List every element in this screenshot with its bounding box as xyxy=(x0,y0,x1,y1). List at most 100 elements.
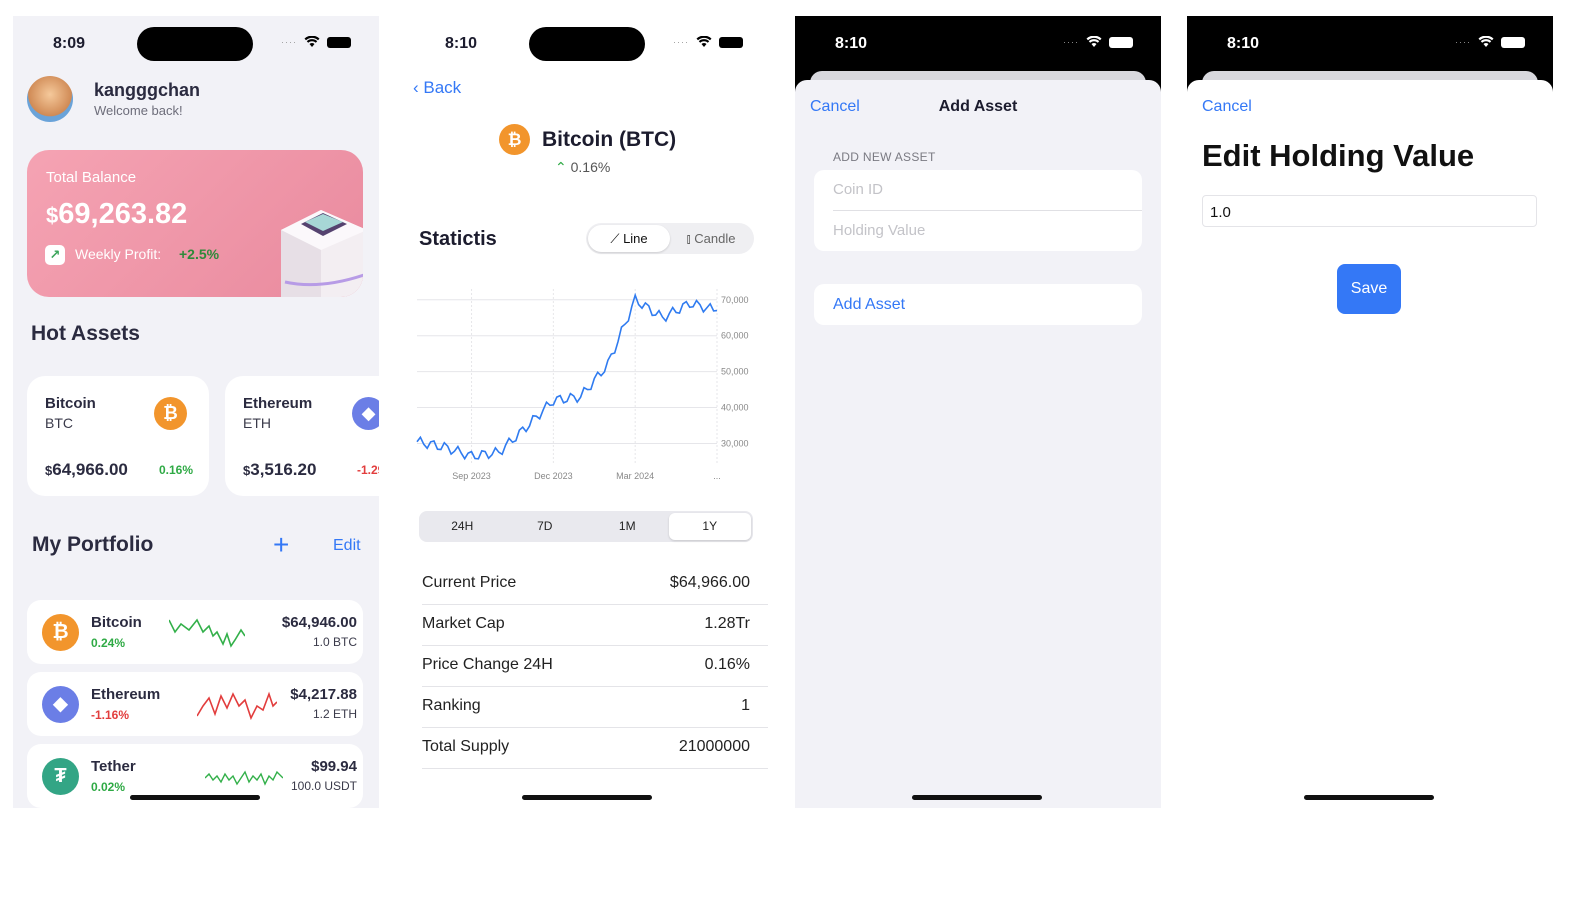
avatar[interactable] xyxy=(27,76,73,122)
hot-asset-card[interactable]: Bitcoin BTC ₿ $64,966.00 0.16% xyxy=(27,376,209,496)
battery-icon xyxy=(719,36,743,48)
cube-illustration xyxy=(281,210,363,297)
asset-name: Tether xyxy=(91,758,136,775)
balance-amount: $69,263.82 xyxy=(46,198,187,231)
status-bar: 8:10 ···· xyxy=(795,16,1161,72)
y-tick-label: 30,000 xyxy=(721,438,749,448)
status-icons: ···· xyxy=(673,36,743,48)
status-bar: 8:10 ···· xyxy=(1187,16,1553,72)
asset-name: Bitcoin xyxy=(91,614,142,631)
asset-change: 0.16% xyxy=(159,463,194,477)
balance-card[interactable]: Total Balance $69,263.82 ↗ Weekly Profit… xyxy=(27,150,363,297)
y-tick-label: 60,000 xyxy=(721,331,749,341)
home-indicator xyxy=(522,795,652,800)
sparkline xyxy=(169,618,245,648)
holding-amount: 1.2 ETH xyxy=(312,707,357,721)
home-indicator xyxy=(912,795,1042,800)
cancel-button[interactable]: Cancel xyxy=(810,98,860,116)
asset-price-value: 64,966.00 xyxy=(52,460,128,479)
battery-icon xyxy=(327,36,351,48)
stat-key: Price Change 24H xyxy=(422,656,553,673)
edit-holding-screen: 8:10 ···· Cancel Edit Holding Value 1.0 … xyxy=(1187,16,1553,808)
y-tick-label: 50,000 xyxy=(721,367,749,377)
price-line xyxy=(416,292,718,461)
holding-value-field[interactable]: Holding Value xyxy=(833,222,925,239)
range-1y[interactable]: 1Y xyxy=(668,513,751,540)
asset-name: Bitcoin xyxy=(45,395,96,412)
coin-change-value: 0.16% xyxy=(570,159,611,175)
stat-value: $64,966.00 xyxy=(669,574,750,591)
asset-name: Ethereum xyxy=(91,686,161,703)
coin-change: ⌃ 0.16% xyxy=(555,159,610,176)
range-24h[interactable]: 24H xyxy=(421,513,504,540)
stat-row: Ranking 1 xyxy=(422,687,768,728)
candle-tab-label: Candle xyxy=(694,231,736,246)
home-indicator xyxy=(130,795,260,800)
tether-icon: ₮ xyxy=(42,758,79,795)
edit-portfolio-button[interactable]: Edit xyxy=(333,537,361,555)
asset-price: $64,966.00 xyxy=(45,460,128,480)
cancel-button[interactable]: Cancel xyxy=(1202,98,1252,116)
home-screen: 8:09 ···· kangggchan Welcome back! Total… xyxy=(13,16,379,808)
dynamic-island xyxy=(137,27,253,61)
asset-price-value: 3,516.20 xyxy=(250,460,317,479)
add-asset-button[interactable]: + xyxy=(273,529,289,561)
y-tick-label: 70,000 xyxy=(721,295,749,305)
bitcoin-icon: ₿ xyxy=(42,614,79,651)
wifi-icon xyxy=(696,36,712,48)
holding-value-input[interactable]: 1.0 xyxy=(1202,195,1537,227)
add-asset-sheet: Add Asset Cancel ADD NEW ASSET Coin ID H… xyxy=(795,80,1161,808)
stat-value: 21000000 xyxy=(678,738,750,755)
price-chart[interactable]: 70,000 60,000 50,000 40,000 30,000 Sep 2023 De… xyxy=(413,281,769,481)
asset-change: -1.29 xyxy=(357,463,379,477)
weekly-profit-label: Weekly Profit: xyxy=(75,246,162,262)
coin-id-field[interactable]: Coin ID xyxy=(833,181,883,198)
clock: 8:09 xyxy=(53,35,86,52)
wifi-icon xyxy=(1478,36,1494,48)
asset-symbol: ETH xyxy=(243,415,271,431)
stat-value: 1 xyxy=(741,697,750,714)
stat-key: Market Cap xyxy=(422,615,505,632)
chevron-left-icon: ‹ xyxy=(413,78,424,97)
status-bar: 8:10 ···· xyxy=(405,16,771,72)
stat-key: Current Price xyxy=(422,574,517,591)
clock: 8:10 xyxy=(835,35,868,52)
line-chart-icon: ⟋ xyxy=(610,231,624,246)
balance-value: 69,263.82 xyxy=(58,198,188,230)
range-1m[interactable]: 1M xyxy=(586,513,669,540)
add-asset-submit-button[interactable]: Add Asset xyxy=(814,284,1142,325)
home-indicator xyxy=(1304,795,1434,800)
holding-amount: 1.0 BTC xyxy=(312,635,357,649)
battery-icon xyxy=(1109,36,1133,48)
portfolio-row[interactable]: ◆ Ethereum -1.16% $4,217.88 1.2 ETH xyxy=(27,672,363,736)
portfolio-row[interactable]: ₿ Bitcoin 0.24% $64,946.00 1.0 BTC xyxy=(27,600,363,664)
range-7d[interactable]: 7D xyxy=(504,513,587,540)
edit-holding-sheet: Cancel Edit Holding Value 1.0 Save xyxy=(1187,80,1553,808)
stat-key: Total Supply xyxy=(422,738,510,755)
trend-up-icon: ↗ xyxy=(45,245,65,265)
line-chart-tab[interactable]: ⟋ Line xyxy=(588,225,670,252)
sheet-title: Edit Holding Value xyxy=(1202,138,1475,173)
back-button[interactable]: ‹ Back xyxy=(413,78,461,98)
wifi-icon xyxy=(1086,36,1102,48)
range-selector: 24H 7D 1M 1Y xyxy=(419,511,753,542)
candle-chart-tab[interactable]: ⫾ Candle xyxy=(670,225,752,252)
hot-asset-card[interactable]: Ethereum ETH ◆ $3,516.20 -1.29 xyxy=(225,376,379,496)
holding-value: $64,946.00 xyxy=(281,614,357,631)
status-icons: ···· xyxy=(1063,36,1133,48)
clock: 8:10 xyxy=(1227,35,1260,52)
stat-value: 0.16% xyxy=(704,656,750,673)
status-icons: ···· xyxy=(281,36,351,48)
signal-icon: ···· xyxy=(1455,37,1471,47)
holding-value: $4,217.88 xyxy=(290,686,357,703)
back-label: Back xyxy=(423,78,462,97)
status-icons: ···· xyxy=(1455,36,1525,48)
sparkline xyxy=(205,770,283,786)
wifi-icon xyxy=(304,36,320,48)
asset-change: 0.02% xyxy=(91,780,126,794)
asset-change: -1.16% xyxy=(91,708,130,722)
coin-header: ₿ Bitcoin (BTC) xyxy=(499,124,676,155)
stat-value: 1.28Tr xyxy=(704,615,750,632)
save-button[interactable]: Save xyxy=(1337,264,1401,314)
bitcoin-icon: ₿ xyxy=(499,124,530,155)
